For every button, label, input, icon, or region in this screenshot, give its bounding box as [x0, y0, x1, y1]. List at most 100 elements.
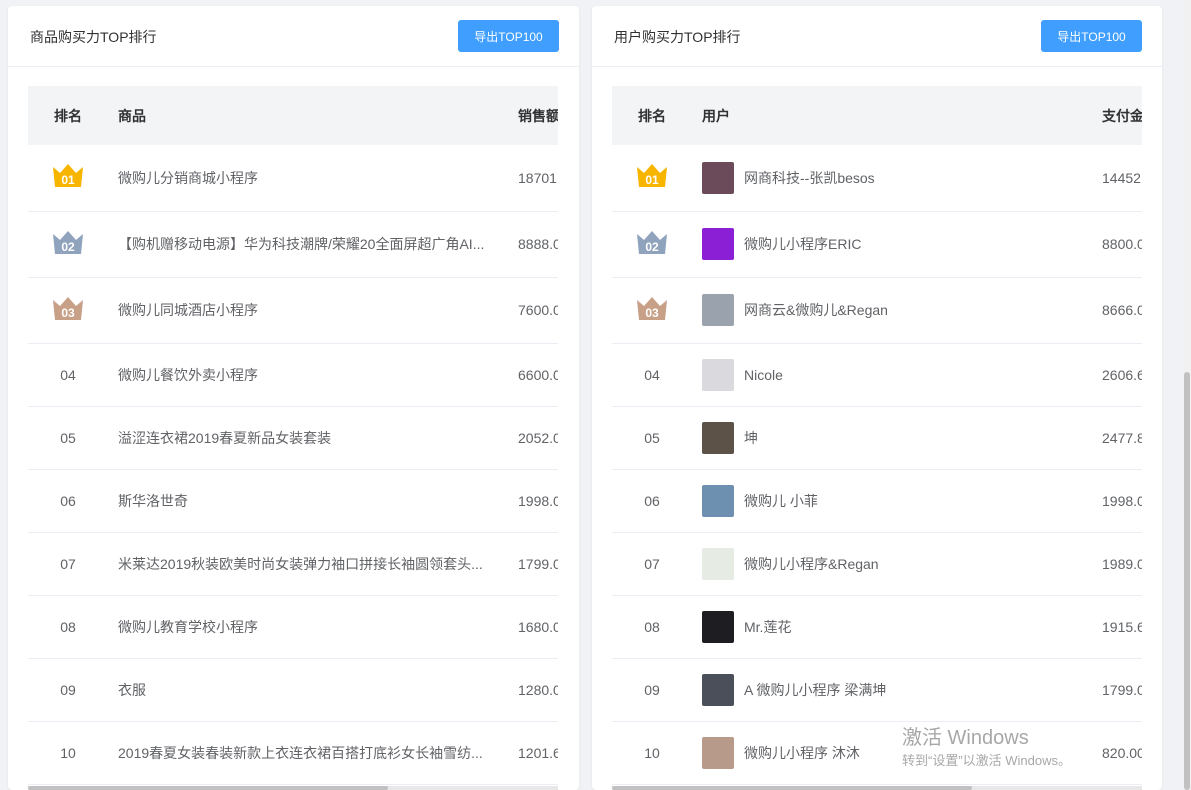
table-row[interactable]: 02 【购机赠移动电源】华为科技潮牌/荣耀20全面屏超广角AI... 8888.0 — [28, 211, 558, 278]
export-product-top100-button[interactable]: 导出TOP100 — [458, 20, 559, 52]
table-row[interactable]: 10 微购儿小程序 沐沐 820.00 — [612, 721, 1142, 785]
user-ranking-card: 用户购买力TOP排行 导出TOP100 排名 用户 支付金额 01 网商科技--张… — [592, 6, 1162, 790]
table-row[interactable]: 07 微购儿小程序&Regan 1989.0 — [612, 532, 1142, 596]
gold-crown-icon: 01 — [52, 163, 84, 192]
rank-number: 08 — [644, 618, 660, 635]
product-name: 2019春夏女装春装新款上衣连衣裙百搭打底衫女长袖雪纺... — [118, 744, 483, 761]
table-row[interactable]: 04 Nicole 2606.6 — [612, 343, 1142, 407]
user-card-header: 用户购买力TOP排行 导出TOP100 — [592, 6, 1162, 67]
table-row[interactable]: 05 溢涩连衣裙2019春夏新品女装套装 2052.0 — [28, 406, 558, 470]
rank-cell: 06 — [612, 469, 692, 533]
user-name: 坤 — [744, 429, 758, 446]
sales-amount: 1998.0 — [518, 469, 558, 533]
user-name: Mr.莲花 — [744, 618, 792, 635]
table-row[interactable]: 02 微购儿小程序ERIC 8800.0 — [612, 211, 1142, 278]
rank-cell: 01 — [612, 145, 692, 212]
avatar — [702, 421, 734, 454]
table-row[interactable]: 01 微购儿分销商城小程序 18701 — [28, 145, 558, 212]
product-cell: 微购儿教育学校小程序 — [108, 595, 518, 659]
table-row[interactable]: 01 网商科技--张凯besos 14452 — [612, 145, 1142, 212]
table-row[interactable]: 09 A 微购儿小程序 梁满坤 1799.0 — [612, 658, 1142, 722]
table-row[interactable]: 03 微购儿同城酒店小程序 7600.0 — [28, 277, 558, 344]
user-table-scrollbar[interactable] — [612, 786, 972, 790]
rank-cell: 05 — [28, 406, 108, 470]
rank-cell: 01 — [28, 145, 108, 212]
rank-cell: 08 — [28, 595, 108, 659]
table-row[interactable]: 07 米莱达2019秋装欧美时尚女装弹力袖口拼接长袖圆领套头... 1799.0 — [28, 532, 558, 596]
product-ranking-table[interactable]: 排名 商品 销售额 01 微购儿分销商城小程序 18701 02 【购机赠移动电源】华为… — [28, 86, 558, 790]
payment-amount: 1915.6 — [1102, 595, 1142, 659]
rank-number: 06 — [60, 492, 76, 509]
rank-cell: 02 — [28, 211, 108, 278]
product-card-title: 商品购买力TOP排行 — [30, 29, 157, 45]
product-table-scrollbar[interactable] — [28, 786, 388, 790]
sales-amount: 1799.0 — [518, 532, 558, 596]
user-cell: 坤 — [692, 406, 1102, 470]
table-row[interactable]: 08 Mr.莲花 1915.6 — [612, 595, 1142, 659]
avatar — [702, 161, 734, 194]
rank-cell: 08 — [612, 595, 692, 659]
product-name: 【购机赠移动电源】华为科技潮牌/荣耀20全面屏超广角AI... — [118, 236, 485, 252]
page-scrollbar[interactable] — [1184, 372, 1190, 790]
rank-number: 09 — [60, 681, 76, 698]
product-cell: 斯华洛世奇 — [108, 469, 518, 533]
sales-amount: 1201.6 — [518, 721, 558, 785]
rank-cell: 02 — [612, 211, 692, 278]
table-row[interactable]: 09 衣服 1280.0 — [28, 658, 558, 722]
rank-cell: 09 — [612, 658, 692, 722]
product-name: 溢涩连衣裙2019春夏新品女装套装 — [118, 429, 332, 446]
table-row[interactable]: 03 网商云&微购儿&Regan 8666.0 — [612, 277, 1142, 344]
user-ranking-table[interactable]: 排名 用户 支付金额 01 网商科技--张凯besos 14452 02 微购儿小程序E… — [612, 86, 1142, 790]
user-name: 网商科技--张凯besos — [744, 169, 875, 186]
product-cell: 微购儿餐饮外卖小程序 — [108, 343, 518, 407]
user-name: 微购儿小程序 沐沐 — [744, 744, 860, 761]
table-header-row: 排名 用户 支付金额 — [612, 86, 1142, 145]
user-name: 网商云&微购儿&Regan — [744, 302, 888, 318]
product-column-header: 商品 — [118, 107, 146, 124]
table-row[interactable]: 06 斯华洛世奇 1998.0 — [28, 469, 558, 533]
user-cell: 网商科技--张凯besos — [692, 145, 1102, 212]
silver-crown-icon: 02 — [52, 230, 84, 259]
user-name: 微购儿小程序&Regan — [744, 555, 879, 572]
user-cell: Mr.莲花 — [692, 595, 1102, 659]
sales-amount: 1680.0 — [518, 595, 558, 659]
rank-cell: 06 — [28, 469, 108, 533]
product-name: 斯华洛世奇 — [118, 492, 188, 509]
rank-cell: 04 — [28, 343, 108, 407]
product-name: 微购儿分销商城小程序 — [118, 169, 258, 186]
table-row[interactable]: 10 2019春夏女装春装新款上衣连衣裙百搭打底衫女长袖雪纺... 1201.6 — [28, 721, 558, 785]
product-name: 微购儿餐饮外卖小程序 — [118, 366, 258, 383]
rank-cell: 10 — [612, 721, 692, 785]
rank-number: 08 — [60, 618, 76, 635]
user-cell: A 微购儿小程序 梁满坤 — [692, 658, 1102, 722]
sales-amount: 7600.0 — [518, 277, 558, 344]
product-name: 衣服 — [118, 681, 146, 698]
payment-amount: 1989.0 — [1102, 532, 1142, 596]
rank-number: 09 — [644, 681, 660, 698]
avatar — [702, 228, 734, 260]
user-cell: 微购儿小程序 沐沐 — [692, 721, 1102, 785]
rank-number: 07 — [644, 555, 660, 572]
svg-text:02: 02 — [61, 240, 75, 254]
table-row[interactable]: 04 微购儿餐饮外卖小程序 6600.0 — [28, 343, 558, 407]
rank-number: 04 — [60, 366, 76, 383]
product-name: 微购儿同城酒店小程序 — [118, 302, 258, 318]
table-row[interactable]: 08 微购儿教育学校小程序 1680.0 — [28, 595, 558, 659]
product-cell: 2019春夏女装春装新款上衣连衣裙百搭打底衫女长袖雪纺... — [108, 721, 518, 785]
product-cell: 微购儿分销商城小程序 — [108, 145, 518, 212]
export-user-top100-button[interactable]: 导出TOP100 — [1041, 20, 1142, 52]
rank-cell: 09 — [28, 658, 108, 722]
avatar — [702, 610, 734, 643]
user-cell: 微购儿小程序&Regan — [692, 532, 1102, 596]
payment-amount: 8666.0 — [1102, 277, 1142, 344]
sales-column-header: 销售额 — [518, 107, 558, 124]
avatar — [702, 358, 734, 391]
table-row[interactable]: 06 微购儿 小菲 1998.0 — [612, 469, 1142, 533]
payment-column-header: 支付金额 — [1102, 107, 1142, 124]
product-cell: 衣服 — [108, 658, 518, 722]
user-name: 微购儿 小菲 — [744, 492, 818, 509]
sales-amount: 18701 — [518, 145, 558, 212]
table-row[interactable]: 05 坤 2477.8 — [612, 406, 1142, 470]
product-card-header: 商品购买力TOP排行 导出TOP100 — [8, 6, 579, 67]
product-cell: 【购机赠移动电源】华为科技潮牌/荣耀20全面屏超广角AI... — [108, 211, 518, 278]
